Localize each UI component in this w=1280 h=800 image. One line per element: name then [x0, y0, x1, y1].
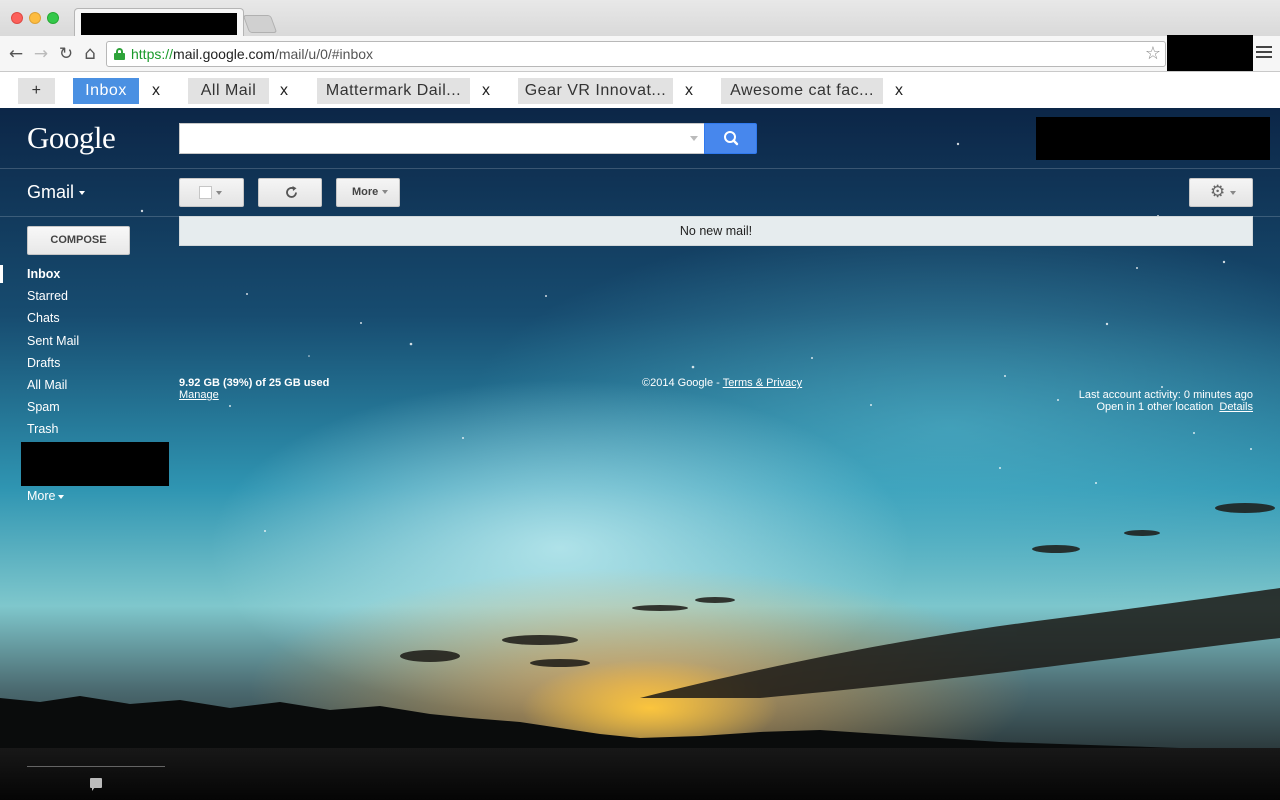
pinned-tab-bar: + Inbox x All Mail x Mattermark Dail... …: [0, 72, 1280, 108]
browser-tab-active[interactable]: [74, 8, 244, 38]
url-scheme: https://: [131, 46, 174, 62]
close-icon[interactable]: x: [678, 78, 700, 104]
chevron-down-icon: [58, 494, 65, 499]
settings-button[interactable]: ⚙: [1189, 178, 1253, 207]
new-tab-button[interactable]: [242, 15, 278, 33]
terms-privacy-link[interactable]: Terms & Privacy: [723, 377, 802, 389]
copyright-text: ©2014 Google -: [642, 377, 723, 389]
storage-usage: 9.92 GB (39%) of 25 GB used: [179, 377, 330, 389]
sidebar-more-link[interactable]: More: [27, 489, 65, 503]
window-close-button[interactable]: [11, 12, 23, 24]
close-icon[interactable]: x: [273, 78, 295, 104]
hamburger-menu-icon[interactable]: [1256, 46, 1272, 60]
sidebar-item-chats[interactable]: Chats: [27, 311, 60, 325]
footer-copyright: ©2014 Google - Terms & Privacy: [642, 377, 802, 389]
close-icon[interactable]: x: [145, 78, 167, 104]
tab-mattermark[interactable]: Mattermark Dail...: [317, 78, 470, 104]
background-sea: [0, 748, 1280, 800]
chevron-down-icon: [1230, 191, 1236, 195]
manage-storage-link[interactable]: Manage: [179, 389, 219, 401]
account-activity: Last account activity: 0 minutes ago: [1079, 389, 1253, 401]
window-minimize-button[interactable]: [29, 12, 41, 24]
sidebar-item-spam[interactable]: Spam: [27, 400, 60, 414]
redacted-extensions: [1167, 35, 1253, 71]
sidebar-item-all-mail[interactable]: All Mail: [27, 378, 67, 392]
reload-icon[interactable]: ↻: [56, 44, 76, 64]
more-actions-label: More: [352, 186, 389, 198]
chat-bubble-icon[interactable]: [90, 778, 102, 791]
add-tab-button[interactable]: +: [18, 78, 55, 104]
sidebar-divider: [27, 766, 165, 767]
checkbox-icon: [199, 186, 212, 199]
address-bar[interactable]: https://mail.google.com/mail/u/0/#inbox …: [106, 41, 1166, 67]
chevron-down-icon: [216, 191, 222, 195]
search-button[interactable]: [704, 123, 757, 154]
sidebar-more-text: More: [27, 489, 56, 503]
sidebar-item-trash[interactable]: Trash: [27, 422, 59, 436]
sidebar-item-inbox[interactable]: Inbox: [27, 267, 60, 281]
chevron-down-icon: [79, 191, 86, 196]
close-icon[interactable]: x: [475, 78, 497, 104]
redacted-account-area: [1036, 117, 1270, 160]
lock-icon: [114, 48, 125, 60]
url-path: /mail/u/0/#inbox: [274, 46, 374, 62]
last-activity-text: Last account activity: 0 minutes ago: [1078, 389, 1253, 401]
back-arrow-icon[interactable]: ←: [6, 44, 26, 64]
sidebar-item-starred[interactable]: Starred: [27, 289, 68, 303]
home-icon[interactable]: ⌂: [80, 44, 100, 64]
redacted-labels: [21, 442, 169, 486]
refresh-icon: [286, 186, 297, 198]
other-location: Open in 1 other location Details: [1096, 401, 1253, 413]
more-actions-button[interactable]: More: [336, 178, 400, 207]
details-link[interactable]: Details: [1219, 401, 1253, 413]
browser-titlebar: [0, 0, 1280, 38]
other-location-text: Open in 1 other location: [1096, 401, 1214, 413]
sidebar-item-drafts[interactable]: Drafts: [27, 356, 60, 370]
forward-arrow-icon[interactable]: →: [31, 44, 51, 64]
tab-inbox[interactable]: Inbox: [73, 78, 139, 104]
tab-awesome-cat[interactable]: Awesome cat fac...: [721, 78, 883, 104]
url-host: mail.google.com: [173, 46, 275, 62]
tab-gear-vr[interactable]: Gear VR Innovat...: [518, 78, 673, 104]
header-divider: [0, 168, 1280, 169]
search-icon: [724, 131, 739, 146]
gear-icon: ⚙: [1210, 182, 1226, 202]
search-input[interactable]: [179, 123, 705, 154]
empty-inbox-message: No new mail!: [179, 216, 1253, 246]
sidebar-item-sent-mail[interactable]: Sent Mail: [27, 334, 79, 348]
gmail-app-switcher[interactable]: Gmail: [27, 182, 86, 203]
chevron-down-icon: [382, 190, 389, 195]
search-options-caret-icon[interactable]: [690, 136, 698, 141]
redacted-tab-title: [81, 13, 237, 35]
more-actions-text: More: [352, 186, 379, 198]
close-icon[interactable]: x: [888, 78, 910, 104]
url-text: https://mail.google.com/mail/u/0/#inbox: [131, 46, 373, 62]
compose-button[interactable]: COMPOSE: [27, 226, 130, 255]
refresh-button[interactable]: [258, 178, 322, 207]
select-checkbox-button[interactable]: [179, 178, 244, 207]
google-logo[interactable]: Google: [27, 120, 116, 156]
nav-selected-indicator: [0, 265, 3, 283]
gmail-page: Google Gmail More ⚙ COMPOSE Inbox Starre…: [0, 108, 1280, 800]
window-zoom-button[interactable]: [47, 12, 59, 24]
tab-all-mail[interactable]: All Mail: [188, 78, 269, 104]
browser-toolbar: ← → ↻ ⌂ https://mail.google.com/mail/u/0…: [0, 36, 1280, 72]
gmail-label-text: Gmail: [27, 182, 75, 202]
bookmark-star-icon[interactable]: ☆: [1145, 43, 1161, 64]
